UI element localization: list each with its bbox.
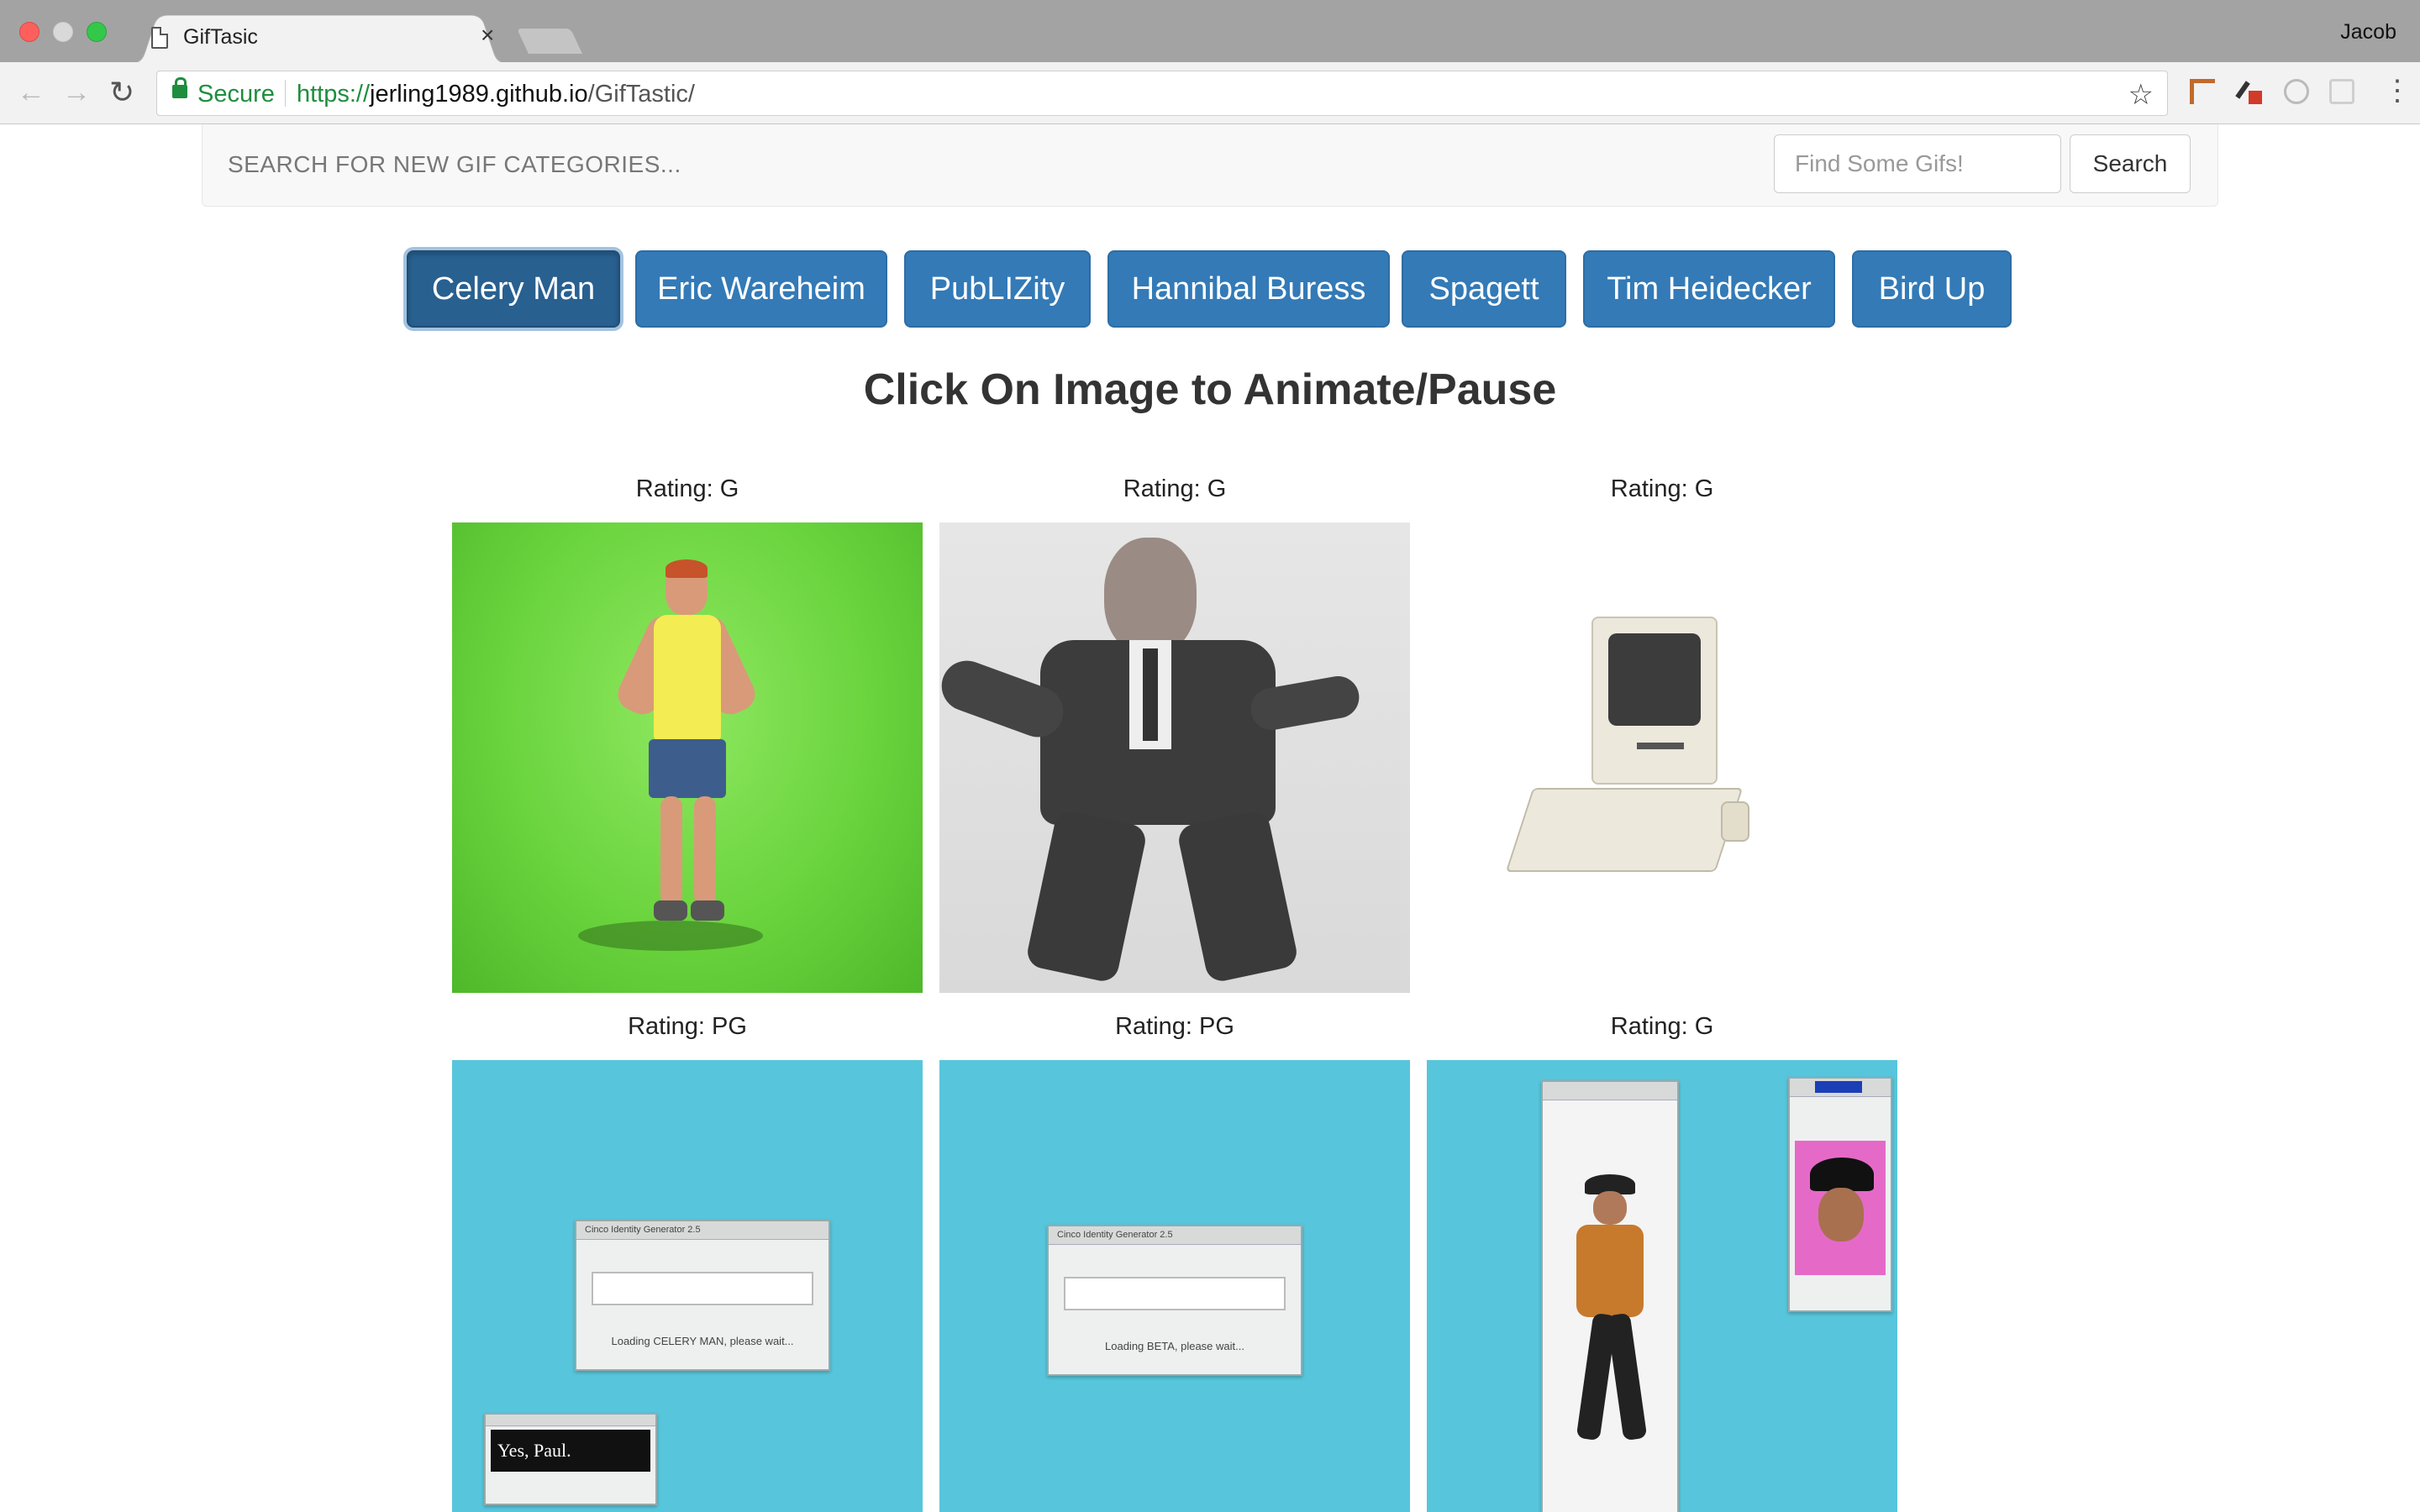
computer-disk-slot <box>1637 743 1684 749</box>
figure-leg-left <box>1024 808 1149 984</box>
category-buttons: Celery Man Eric Wareheim PubLIZity Hanni… <box>0 250 2420 328</box>
address-separator <box>285 80 286 107</box>
figure-shirt <box>1576 1225 1644 1317</box>
gif-image-dancing-man[interactable] <box>452 522 923 993</box>
figure-leg-right <box>1176 808 1300 984</box>
category-button-hannibal-buress[interactable]: Hannibal Buress <box>1107 250 1390 328</box>
gif-image-suit-dancer[interactable] <box>939 522 1410 993</box>
loading-window: Cinco Identity Generator 2.5 Loading BET… <box>1047 1225 1302 1376</box>
window-progress-bar <box>1064 1277 1286 1310</box>
gif-rating: Rating: G <box>1610 475 1714 502</box>
url-path: /GifTastic/ <box>587 81 695 108</box>
chat-window: Yes, Paul. <box>484 1413 657 1505</box>
figure-shoe-left <box>654 900 687 921</box>
search-navbar: SEARCH FOR NEW GIF CATEGORIES... Search <box>202 124 2218 207</box>
address-bar[interactable]: Secure https://jerling1989.github.io/Gif… <box>156 71 2168 116</box>
portrait-face <box>1818 1188 1864 1242</box>
window-titlebar <box>486 1415 655 1426</box>
computer-keyboard <box>1505 788 1744 872</box>
figure-tank-top <box>654 615 721 741</box>
window-titlebar <box>1543 1082 1677 1100</box>
navbar-label: SEARCH FOR NEW GIF CATEGORIES... <box>228 151 681 177</box>
figure-head <box>1104 538 1197 655</box>
figure-leg-right <box>1606 1312 1648 1441</box>
minimize-window-button[interactable] <box>53 22 73 42</box>
bookmark-star-icon[interactable]: ☆ <box>2128 78 2154 112</box>
figure-head <box>1593 1191 1627 1225</box>
gif-image-loading-celery-man[interactable]: Cinco Identity Generator 2.5 Loading CEL… <box>452 1060 923 1512</box>
figure-tie <box>1143 648 1158 741</box>
search-button[interactable]: Search <box>2070 134 2191 193</box>
page-icon <box>151 27 168 49</box>
window-titlebar: Cinco Identity Generator 2.5 <box>576 1221 829 1240</box>
category-button-eric-wareheim[interactable]: Eric Wareheim <box>635 250 887 328</box>
extension-eyedropper-icon[interactable] <box>2237 79 2262 104</box>
small-window <box>1788 1077 1892 1312</box>
portrait-hat <box>1810 1158 1874 1191</box>
gif-rating: Rating: PG <box>1115 1013 1234 1040</box>
gif-rating: Rating: G <box>1610 1013 1714 1040</box>
window-titlebar: GifTasic × Jacob <box>0 0 2420 64</box>
gif-image-dancing-windows[interactable] <box>1427 1060 1897 1512</box>
new-tab-button[interactable] <box>517 29 582 54</box>
computer-mouse <box>1721 801 1749 842</box>
url-host: jerling1989.github.io <box>370 81 588 108</box>
category-button-bird-up[interactable]: Bird Up <box>1852 250 2012 328</box>
profile-name[interactable]: Jacob <box>2340 20 2396 45</box>
gif-rating: Rating: PG <box>628 1013 747 1040</box>
tab-title: GifTasic <box>183 25 258 49</box>
window-title: Cinco Identity Generator 2.5 <box>585 1225 701 1235</box>
gif-rating: Rating: G <box>635 475 739 502</box>
close-window-button[interactable] <box>19 22 39 42</box>
url-scheme: https:// <box>297 81 371 108</box>
window-message: Loading BETA, please wait... <box>1105 1340 1244 1352</box>
figure-shoe-right <box>691 900 724 921</box>
gif-image-vintage-computer[interactable] <box>1427 522 1897 993</box>
back-icon[interactable]: ← <box>17 77 45 108</box>
figure-hair <box>666 559 708 578</box>
category-button-spagett[interactable]: Spagett <box>1402 250 1566 328</box>
browser-menu-icon[interactable]: ⋮ <box>2383 76 2412 106</box>
tall-window <box>1541 1080 1679 1512</box>
window-titlebar <box>1790 1079 1891 1097</box>
extension-gear-icon[interactable] <box>2329 79 2354 104</box>
tab-close-icon[interactable]: × <box>481 24 494 47</box>
maximize-window-button[interactable] <box>87 22 107 42</box>
window-titlebar: Cinco Identity Generator 2.5 <box>1049 1226 1301 1245</box>
chat-text: Yes, Paul. <box>491 1430 650 1472</box>
gif-image-loading-beta[interactable]: Cinco Identity Generator 2.5 Loading BET… <box>939 1060 1410 1512</box>
figure-shorts <box>649 739 726 798</box>
window-title-highlight <box>1815 1081 1862 1093</box>
figure-leg-left <box>660 796 682 906</box>
instructions-heading: Click On Image to Animate/Pause <box>863 365 1557 414</box>
figure-leg-right <box>694 796 716 906</box>
secure-label: Secure <box>197 81 275 108</box>
lock-icon <box>172 77 187 98</box>
search-input[interactable] <box>1774 134 2061 193</box>
reload-icon[interactable]: ↻ <box>109 77 134 108</box>
category-button-publizity[interactable]: PubLIZity <box>904 250 1091 328</box>
extension-circle-icon[interactable] <box>2284 79 2309 104</box>
extension-ruler-icon[interactable] <box>2190 79 2215 104</box>
computer-screen <box>1608 633 1701 726</box>
figure-shadow <box>578 921 763 951</box>
forward-icon[interactable]: → <box>62 77 91 108</box>
window-progress-bar <box>592 1272 813 1305</box>
category-button-celery-man[interactable]: Celery Man <box>407 250 620 328</box>
window-title: Cinco Identity Generator 2.5 <box>1057 1230 1173 1240</box>
gif-rating: Rating: G <box>1123 475 1227 502</box>
loading-window: Cinco Identity Generator 2.5 Loading CEL… <box>575 1220 830 1371</box>
url-text[interactable]: https://jerling1989.github.io/GifTastic/ <box>297 81 695 108</box>
browser-toolbar: ← → ↻ Secure https://jerling1989.github.… <box>0 62 2420 124</box>
category-button-tim-heidecker[interactable]: Tim Heidecker <box>1583 250 1835 328</box>
window-message: Loading CELERY MAN, please wait... <box>611 1335 794 1347</box>
